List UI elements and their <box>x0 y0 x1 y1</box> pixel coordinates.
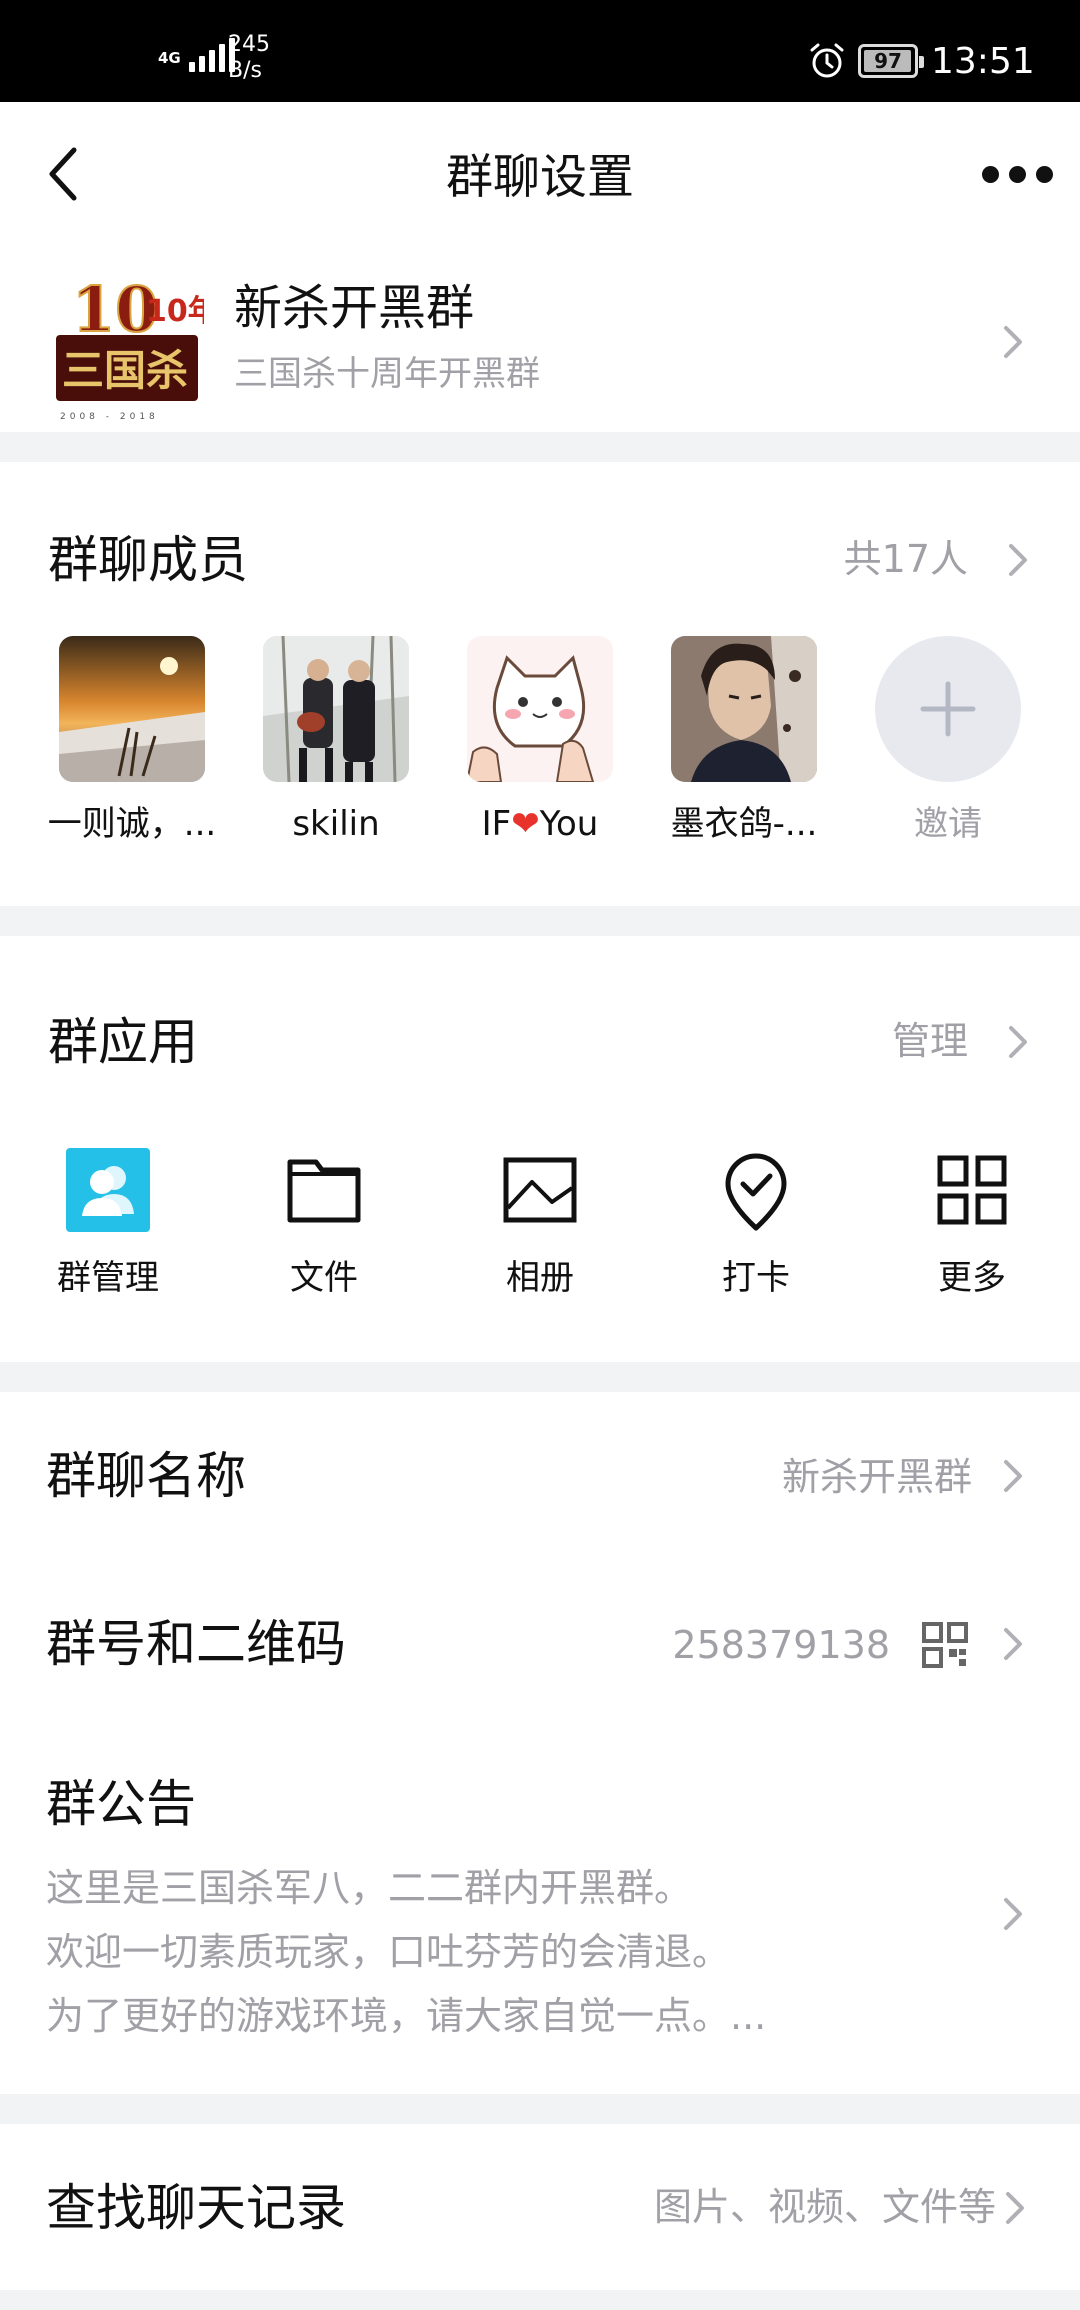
member-item[interactable]: 一则诚，... <box>32 636 232 846</box>
app-group-admin[interactable]: 群管理 <box>8 1148 208 1300</box>
app-label: 相册 <box>506 1258 574 1298</box>
app-label: 打卡 <box>722 1258 790 1298</box>
app-label: 群管理 <box>57 1258 159 1298</box>
group-notice-text: 这里是三国杀军八，二二群内开黑群。 欢迎一切素质玩家，口吐芬芳的会清退。 为了更… <box>46 1866 767 2038</box>
status-bar: 4G 245 B/s 97 13:51 <box>0 0 1080 102</box>
members-title: 群聊成员 <box>48 531 248 589</box>
photo-album-icon <box>503 1157 577 1223</box>
search-history-hint: 图片、视频、文件等 <box>653 2185 996 2229</box>
signal-icon: 4G <box>158 38 235 72</box>
member-item[interactable]: IF❤You <box>440 636 640 846</box>
network-type: 4G <box>158 49 181 67</box>
member-avatar <box>467 636 613 782</box>
member-name: 一则诚，... <box>47 804 217 844</box>
avatar-text: 三国杀 <box>62 346 188 395</box>
chevron-right-icon <box>1004 1460 1022 1492</box>
member-count[interactable]: 共17人 <box>844 534 968 584</box>
group-name-row[interactable]: 群聊名称 新杀开黑群 <box>0 1392 1080 1562</box>
grid-more-icon <box>937 1155 1007 1225</box>
member-avatar <box>263 636 409 782</box>
group-header[interactable]: 10 10年 三国杀 2008 - 2018 新杀开黑群 三国杀十周年开黑群 <box>0 250 1080 432</box>
member-avatar <box>671 636 817 782</box>
search-history-label: 查找聊天记录 <box>46 2179 346 2237</box>
group-name: 新杀开黑群 <box>234 280 475 336</box>
member-item[interactable]: 墨衣鸽-... <box>644 636 844 846</box>
apps-section: 群应用 管理 群管理 文件 相册 打卡 更多 <box>0 936 1080 1362</box>
plus-icon <box>875 636 1021 782</box>
avatar-badge: 10年 <box>146 294 204 329</box>
page-title: 群聊设置 <box>446 150 634 205</box>
app-label: 更多 <box>938 1258 1006 1298</box>
group-description: 三国杀十周年开黑群 <box>234 354 540 394</box>
group-id-label: 群号和二维码 <box>46 1615 346 1673</box>
app-checkin[interactable]: 打卡 <box>656 1148 856 1300</box>
group-name-value: 新杀开黑群 <box>781 1455 972 1499</box>
app-album[interactable]: 相册 <box>440 1148 640 1300</box>
search-history-row[interactable]: 查找聊天记录 图片、视频、文件等 <box>0 2124 1080 2290</box>
chevron-right-icon <box>1006 2192 1024 2224</box>
apps-manage-link[interactable]: 管理 <box>892 1016 968 1066</box>
heart-emoji: ❤ <box>511 804 540 844</box>
group-notice-row[interactable]: 群公告 这里是三国杀军八，二二群内开黑群。 欢迎一切素质玩家，口吐芬芳的会清退。… <box>0 1730 1080 2094</box>
invite-button[interactable]: 邀请 <box>848 636 1048 846</box>
avatar-years: 2008 - 2018 <box>60 412 159 422</box>
more-dots-icon[interactable] <box>982 166 1053 183</box>
member-item[interactable]: skilin <box>236 636 436 846</box>
nav-bar: 群聊设置 <box>0 102 1080 250</box>
group-avatar: 10 10年 三国杀 2008 - 2018 <box>50 269 218 423</box>
app-files[interactable]: 文件 <box>224 1148 424 1300</box>
chevron-right-icon[interactable] <box>1005 1022 1031 1062</box>
group-name-label: 群聊名称 <box>46 1447 246 1505</box>
members-section: 群聊成员 共17人 一则诚，... skilin IF❤You 墨衣鸽-... … <box>0 462 1080 906</box>
group-avatar-logo: 10 10年 三国杀 2008 - 2018 <box>50 269 218 423</box>
clock: 13:51 <box>931 41 1035 82</box>
apps-title: 群应用 <box>48 1013 198 1071</box>
qr-code-icon <box>922 1622 968 1668</box>
group-notice-label: 群公告 <box>46 1775 196 1833</box>
group-id-value: 258379138 <box>672 1623 890 1667</box>
settings-section: 群聊名称 新杀开黑群 群号和二维码 258379138 群公告 这里是三国杀军八… <box>0 1392 1080 2094</box>
alarm-icon <box>810 43 844 78</box>
network-speed: 245 B/s <box>228 32 270 83</box>
group-id-row[interactable]: 群号和二维码 258379138 <box>0 1562 1080 1730</box>
app-more[interactable]: 更多 <box>872 1148 1072 1300</box>
chevron-right-icon <box>1004 1898 1022 1930</box>
checkin-icon <box>725 1153 787 1231</box>
member-name: skilin <box>292 804 380 844</box>
app-label: 文件 <box>290 1258 358 1298</box>
group-admin-icon <box>66 1148 150 1232</box>
member-avatar <box>59 636 205 782</box>
battery-icon: 97 <box>858 44 924 78</box>
chevron-right-icon[interactable] <box>1005 540 1031 580</box>
battery-level: 97 <box>874 49 902 73</box>
member-name: 墨衣鸽-... <box>670 804 818 844</box>
chevron-right-icon <box>1004 326 1022 358</box>
member-name: IF❤You <box>481 804 599 844</box>
chevron-right-icon <box>1004 1628 1022 1660</box>
invite-label: 邀请 <box>914 804 982 844</box>
folder-icon <box>287 1159 361 1223</box>
